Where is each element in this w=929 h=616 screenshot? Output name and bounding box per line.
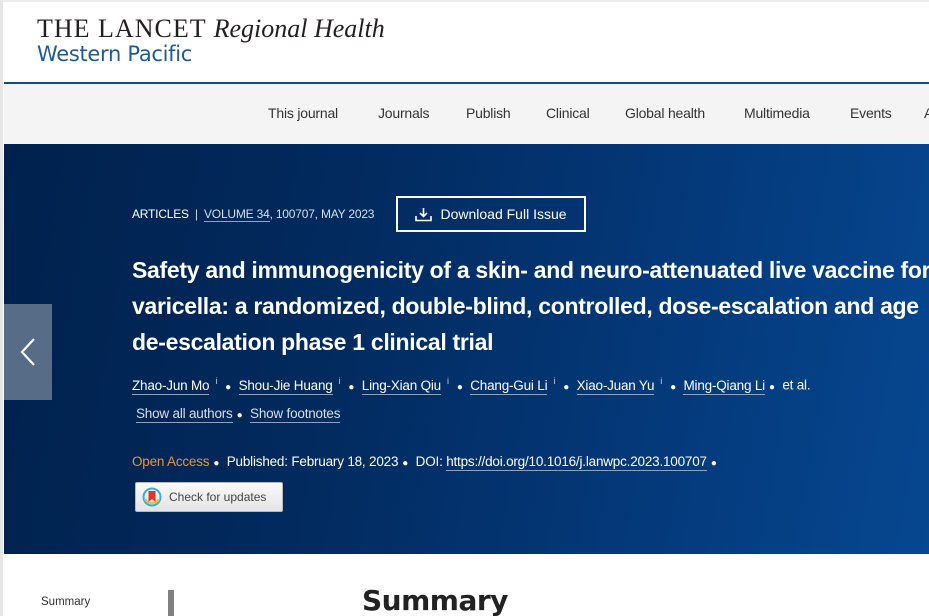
previous-article-button[interactable] — [4, 304, 52, 400]
toc-item-summary[interactable]: Summary — [41, 596, 90, 608]
doi-label: DOI: — [415, 454, 443, 469]
check-for-updates-button[interactable]: Check for updates — [135, 482, 283, 512]
chevron-left-icon — [20, 338, 35, 366]
logo-regional-health: Regional Health — [213, 14, 385, 43]
author-link[interactable]: Ming-Qiang Li — [683, 377, 765, 395]
author-link[interactable]: Xiao-Juan Yu — [576, 377, 654, 395]
journal-logo[interactable]: THE LANCET Regional Health Western Pacif… — [37, 16, 385, 65]
nav-multimedia[interactable]: Multimedia — [744, 105, 810, 121]
logo-subtitle: Western Pacific — [37, 42, 193, 66]
published-date: Published: February 18, 2023 — [226, 454, 399, 469]
info-icon[interactable]: i — [339, 376, 341, 386]
info-icon[interactable]: i — [660, 376, 662, 386]
nav-more-truncated[interactable]: A — [924, 105, 929, 121]
show-all-authors-link[interactable]: Show all authors — [136, 406, 233, 423]
article-meta: ARTICLES | VOLUME 34, 100707, MAY 2023 D… — [132, 196, 586, 232]
separator-dot: ● — [670, 381, 676, 393]
show-footnotes-link[interactable]: Show footnotes — [250, 406, 340, 423]
article-type: ARTICLES — [132, 207, 189, 221]
author-link[interactable]: Zhao-Jun Mo — [132, 377, 210, 395]
toc-active-indicator — [168, 590, 174, 616]
separator-dot: ● — [348, 381, 355, 393]
meta-separator: | — [194, 207, 198, 221]
info-icon[interactable]: i — [553, 376, 555, 386]
nav-global-health[interactable]: Global health — [625, 105, 705, 121]
download-label: Download Full Issue — [440, 206, 567, 222]
volume-info: VOLUME 34, 100707, MAY 2023 — [204, 207, 375, 222]
author-toggles: Show all authors ● Show footnotes — [136, 406, 340, 423]
separator-dot: ● — [236, 410, 243, 421]
nav-clinical[interactable]: Clinical — [546, 105, 590, 121]
separator-dot: ● — [710, 458, 717, 469]
author-link[interactable]: Shou-Jie Huang — [238, 377, 333, 395]
separator-dot: ● — [768, 381, 775, 393]
info-icon[interactable]: i — [447, 376, 449, 386]
author-link[interactable]: Ling-Xian Qiu — [361, 377, 441, 395]
nav-events[interactable]: Events — [850, 105, 892, 121]
separator-dot: ● — [213, 458, 220, 469]
doi-link[interactable]: https://doi.org/10.1016/j.lanwpc.2023.10… — [446, 454, 707, 471]
info-icon[interactable]: i — [215, 376, 217, 386]
separator-dot: ● — [563, 381, 570, 393]
article-title: Safety and immunogenicity of a skin- and… — [132, 257, 929, 355]
volume-link[interactable]: VOLUME 34 — [204, 207, 270, 222]
site-header: THE LANCET Regional Health Western Pacif… — [4, 2, 929, 84]
main-nav: This journal Journals Publish Clinical G… — [4, 84, 929, 144]
publication-info: Open Access ● Published: February 18, 202… — [132, 454, 721, 471]
separator-dot: ● — [456, 381, 463, 393]
logo-lancet: THE LANCET — [37, 14, 207, 43]
author-list: Zhao-Jun Mo i ● Shou-Jie Huang i ● Ling-Xian… — [132, 376, 811, 395]
page: THE LANCET Regional Health Western Pacif… — [0, 0, 929, 616]
check-updates-label: Check for updates — [169, 490, 267, 504]
nav-publish[interactable]: Publish — [466, 105, 511, 121]
volume-details: , 100707, MAY 2023 — [269, 207, 375, 221]
logo-title: THE LANCET Regional Health — [37, 16, 385, 42]
section-heading-summary: Summary — [362, 584, 508, 616]
open-access-badge: Open Access — [132, 454, 210, 469]
download-icon — [415, 207, 433, 221]
et-al: et al. — [782, 377, 811, 393]
nav-this-journal[interactable]: This journal — [268, 105, 338, 121]
separator-dot: ● — [402, 458, 409, 469]
author-link[interactable]: Chang-Gui Li — [470, 377, 548, 395]
crossmark-icon — [142, 487, 162, 507]
nav-journals[interactable]: Journals — [378, 105, 430, 121]
article-banner: ARTICLES | VOLUME 34, 100707, MAY 2023 D… — [4, 144, 929, 554]
download-full-issue-button[interactable]: Download Full Issue — [396, 196, 586, 232]
separator-dot: ● — [225, 381, 231, 393]
